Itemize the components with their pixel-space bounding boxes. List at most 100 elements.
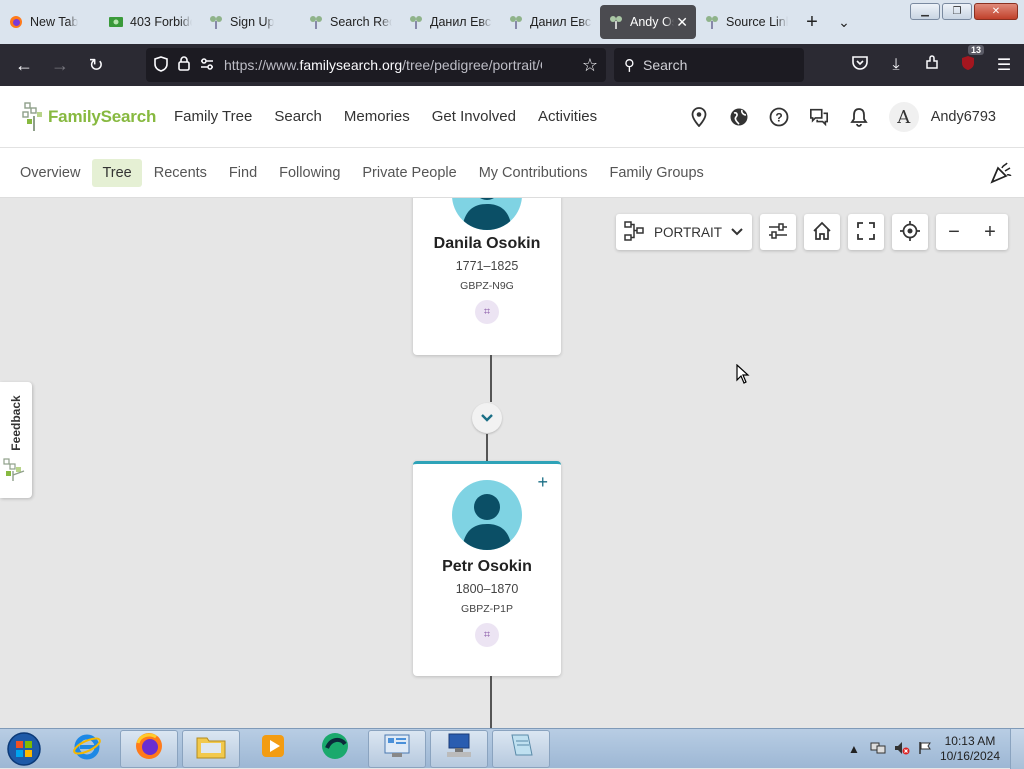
taskbar-media-player[interactable] — [244, 730, 302, 768]
browser-tab[interactable]: 403 Forbidden — [100, 5, 200, 39]
expand-children-chevron-icon[interactable] — [472, 403, 502, 433]
subnav-family-groups[interactable]: Family Groups — [600, 159, 714, 187]
subnav-overview[interactable]: Overview — [10, 159, 90, 187]
list-all-tabs-button[interactable]: ⌄ — [828, 14, 860, 31]
internet-explorer-icon — [72, 731, 102, 766]
location-pin-icon[interactable] — [689, 107, 709, 127]
back-icon[interactable]: ← — [6, 49, 42, 81]
browser-search-box[interactable]: ⚲ Search — [614, 48, 804, 82]
window-controls: ▁ ❐ ✕ — [910, 3, 1018, 20]
ublock-extension-icon[interactable]: 13 — [956, 44, 984, 76]
new-tab-button[interactable]: + — [796, 11, 828, 34]
url-prefix: https://www. — [224, 57, 300, 73]
bookmark-star-icon[interactable]: ☆ — [582, 55, 598, 76]
money-icon — [108, 14, 124, 30]
browser-tab-strip: New Tab 403 Forbidden Sign Up Search Rec… — [0, 0, 1024, 44]
browser-tab[interactable]: Данил Евсеевич — [500, 5, 600, 39]
party-popper-icon[interactable] — [990, 162, 1012, 189]
person-portrait-icon — [452, 480, 522, 550]
action-center-flag-icon[interactable] — [918, 741, 932, 758]
subnav-tree[interactable]: Tree — [92, 158, 142, 187]
menu-hamburger-icon[interactable]: ☰ — [992, 55, 1016, 75]
search-icon: ⚲ — [624, 57, 635, 74]
reload-icon[interactable]: ↻ — [78, 49, 114, 81]
zoom-in-icon[interactable]: + — [972, 221, 1008, 244]
tree-settings-button[interactable] — [760, 214, 796, 250]
taskbar-file-explorer[interactable] — [182, 729, 240, 768]
show-hidden-icons-icon[interactable]: ▲ — [848, 742, 860, 756]
notifications-bell-icon[interactable] — [849, 107, 869, 127]
taskbar-app-green[interactable] — [306, 730, 364, 768]
record-hints-icon[interactable]: ⌗ — [475, 623, 499, 647]
person-card[interactable]: Danila Osokin 1771–1825 GBPZ-N9G ⌗ — [413, 198, 561, 355]
view-type-dropdown[interactable]: PORTRAIT — [616, 214, 752, 250]
avatar[interactable]: A — [888, 102, 919, 132]
messages-icon[interactable] — [809, 107, 829, 127]
tree-view-toolbar: PORTRAIT − + — [616, 214, 1008, 250]
home-button[interactable] — [804, 214, 840, 250]
tracking-shield-icon[interactable] — [154, 55, 168, 75]
globe-icon[interactable] — [729, 107, 749, 127]
close-window-icon[interactable]: ✕ — [974, 3, 1018, 20]
system-tray: ▲ 10:13 AM 10/16/2024 — [848, 729, 1024, 769]
zoom-out-icon[interactable]: − — [936, 221, 972, 244]
browser-tab[interactable]: Sign Up — [200, 5, 300, 39]
restore-icon[interactable]: ❐ — [942, 3, 972, 20]
subnav-my-contributions[interactable]: My Contributions — [469, 159, 598, 187]
permissions-icon[interactable] — [200, 57, 214, 73]
nav-search[interactable]: Search — [274, 108, 322, 125]
browser-tab-active[interactable]: Andy Osokin ✕ — [600, 5, 696, 39]
subnav-private-people[interactable]: Private People — [352, 159, 466, 187]
browser-tab[interactable]: New Tab — [0, 5, 100, 39]
person-name[interactable]: Petr Osokin — [413, 558, 561, 576]
taskbar-control-panel[interactable] — [368, 729, 426, 768]
forward-icon[interactable]: → — [42, 49, 78, 81]
minimize-icon[interactable]: ▁ — [910, 3, 940, 20]
subnav-following[interactable]: Following — [269, 159, 350, 187]
nav-family-tree[interactable]: Family Tree — [174, 108, 252, 125]
taskbar-internet-explorer[interactable] — [58, 730, 116, 768]
subnav-find[interactable]: Find — [219, 159, 267, 187]
network-icon[interactable] — [870, 741, 886, 758]
browser-tab[interactable]: Данил Евсеевич — [400, 5, 500, 39]
recenter-button[interactable] — [892, 214, 928, 250]
person-card-focus[interactable]: + Petr Osokin 1800–1870 GBPZ-P1P ⌗ — [413, 461, 561, 676]
subnav-recents[interactable]: Recents — [144, 159, 217, 187]
lock-icon[interactable] — [178, 56, 190, 74]
pocket-icon[interactable] — [848, 55, 872, 75]
svg-text:?: ? — [775, 111, 782, 125]
volume-muted-icon[interactable] — [894, 741, 910, 758]
familysearch-tree-icon — [308, 14, 324, 30]
browser-tab[interactable]: Search Records — [300, 5, 400, 39]
taskbar-firefox[interactable] — [120, 729, 178, 768]
taskbar-notepad[interactable] — [492, 729, 550, 768]
add-person-icon[interactable]: + — [537, 472, 548, 493]
nav-activities[interactable]: Activities — [538, 108, 597, 125]
nav-get-involved[interactable]: Get Involved — [432, 108, 516, 125]
control-panel-icon — [382, 732, 412, 765]
mouse-cursor-icon — [736, 363, 750, 389]
start-button[interactable] — [0, 729, 48, 769]
address-bar[interactable]: https://www.familysearch.org/tree/pedigr… — [146, 48, 606, 82]
extensions-icon[interactable] — [920, 54, 944, 76]
close-tab-icon[interactable]: ✕ — [676, 14, 688, 31]
familysearch-tree-icon — [508, 14, 524, 30]
browser-tab[interactable]: Source Linker — [696, 5, 796, 39]
logo-text: FamilySearch — [48, 106, 157, 126]
username[interactable]: Andy6793 — [931, 109, 996, 125]
record-hints-icon[interactable]: ⌗ — [475, 300, 499, 324]
pedigree-canvas[interactable]: Danila Osokin 1771–1825 GBPZ-N9G ⌗ + Pet… — [0, 198, 1024, 728]
help-icon[interactable]: ? — [769, 107, 789, 127]
familysearch-logo[interactable]: FamilySearch — [22, 101, 162, 132]
person-name[interactable]: Danila Osokin — [413, 235, 561, 253]
taskbar-clock[interactable]: 10:13 AM 10/16/2024 — [940, 734, 1000, 764]
zoom-controls: − + — [936, 214, 1008, 250]
taskbar-remote-desktop[interactable] — [430, 729, 488, 768]
feedback-tab[interactable]: Feedback — [0, 382, 32, 498]
show-desktop-button[interactable] — [1010, 729, 1024, 769]
fullscreen-button[interactable] — [848, 214, 884, 250]
clock-time: 10:13 AM — [944, 734, 996, 748]
firefox-icon — [134, 731, 164, 766]
nav-memories[interactable]: Memories — [344, 108, 410, 125]
downloads-icon[interactable]: ⤓ — [884, 56, 908, 74]
